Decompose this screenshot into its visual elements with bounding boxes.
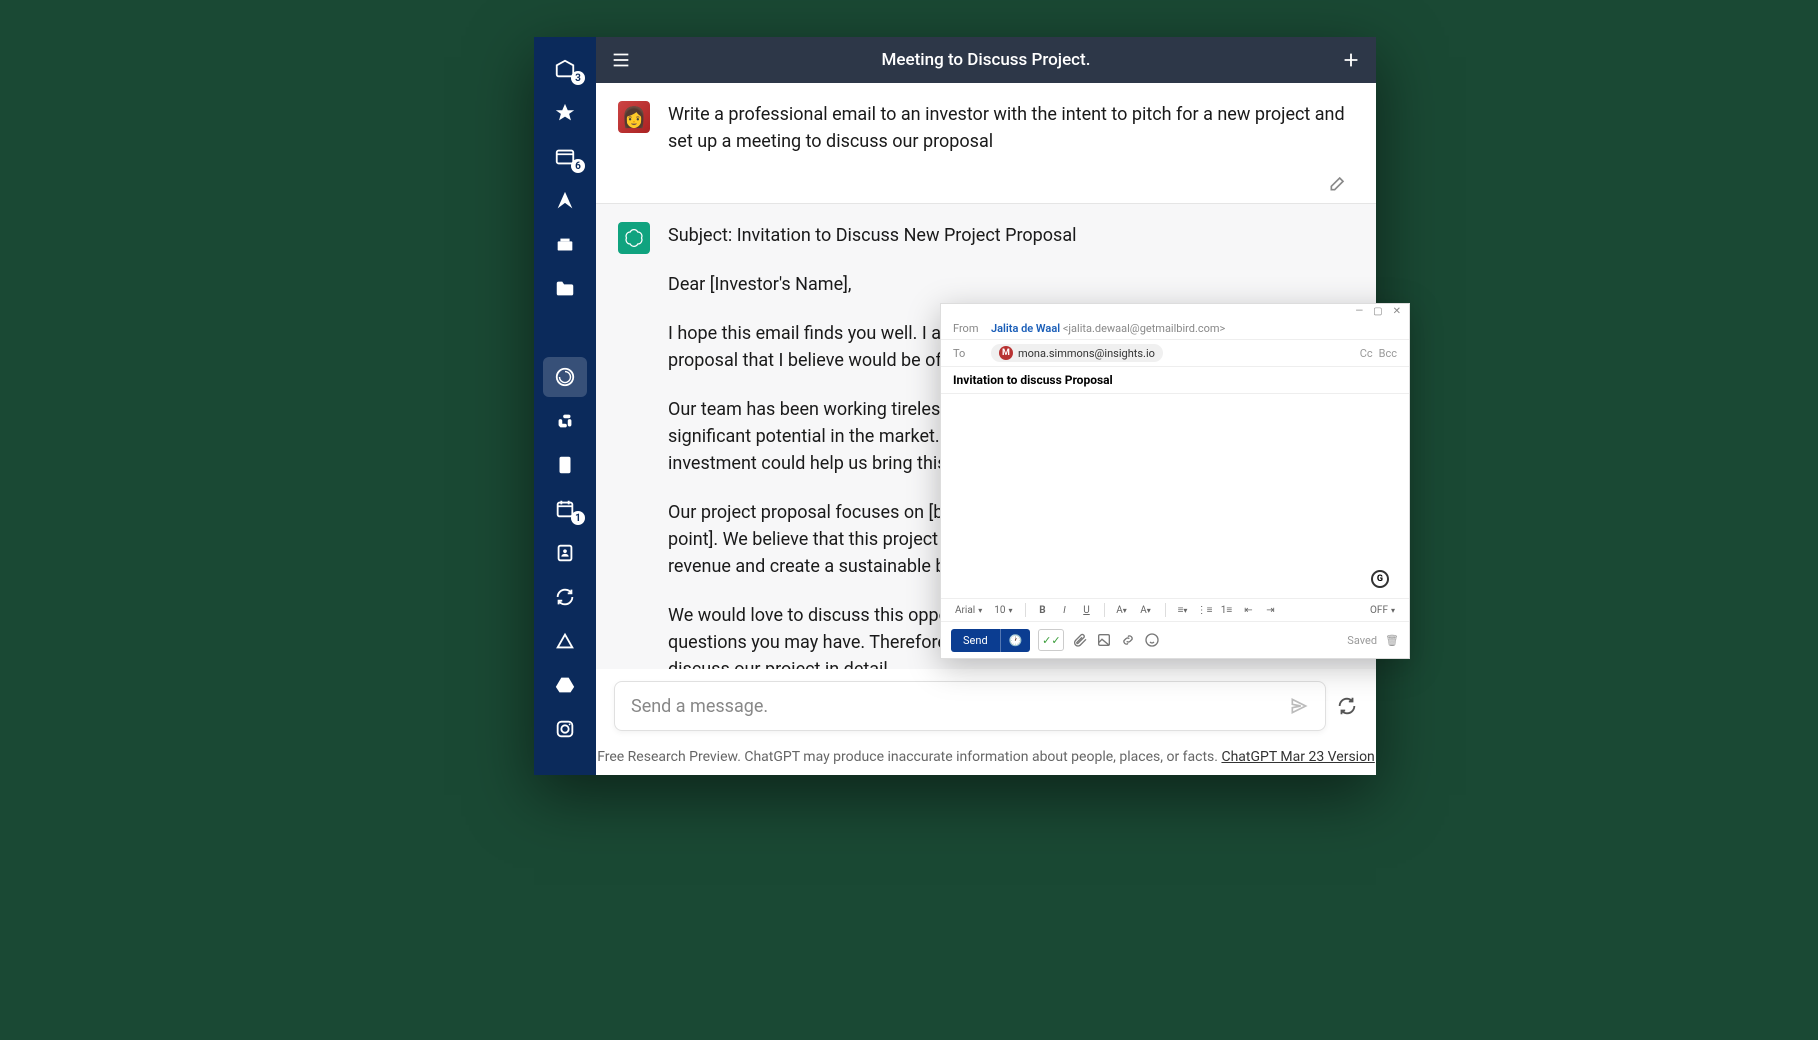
compose-titlebar: — ▢ ✕: [941, 304, 1409, 318]
from-label: From: [953, 322, 981, 335]
font-family-select[interactable]: Arial ▾: [951, 605, 986, 616]
format-toolbar: Arial ▾ 10 ▾ B I U A▾ A▾ ≡▾ ⋮≡ 1≡ ⇤ ⇥ OF…: [941, 598, 1409, 622]
emoji-icon[interactable]: [1144, 632, 1160, 648]
sidebar-item-sent[interactable]: [543, 181, 587, 221]
user-avatar: [618, 101, 650, 133]
link-icon[interactable]: [1120, 632, 1136, 648]
maximize-icon[interactable]: ▢: [1373, 306, 1382, 317]
sidebar-item-doc[interactable]: [543, 445, 587, 485]
close-icon[interactable]: ✕: [1393, 306, 1401, 317]
from-email: <jalita.dewaal@getmailbird.com>: [1063, 322, 1225, 335]
sidebar-item-archive[interactable]: 6: [543, 137, 587, 177]
cc-link[interactable]: Cc: [1360, 347, 1373, 360]
sidebar: 3 6 1: [534, 37, 596, 775]
tracking-select[interactable]: OFF ▾: [1366, 605, 1399, 616]
bullet-list-button[interactable]: ⋮≡: [1196, 601, 1214, 619]
topbar: Meeting to Discuss Project.: [596, 37, 1376, 83]
message-input[interactable]: Send a message.: [614, 681, 1326, 731]
chip-email: mona.simmons@insights.io: [1018, 347, 1155, 360]
message-actions: [596, 173, 1376, 203]
sidebar-item-triangle[interactable]: [543, 621, 587, 661]
footer-disclaimer: Free Research Preview. ChatGPT may produ…: [596, 743, 1376, 775]
footer-text: Free Research Preview. ChatGPT may produ…: [597, 749, 1221, 765]
italic-button[interactable]: I: [1056, 601, 1074, 619]
sidebar-item-star[interactable]: [543, 93, 587, 133]
bold-button[interactable]: B: [1034, 601, 1052, 619]
regenerate-icon[interactable]: [1336, 695, 1358, 717]
sidebar-item-contacts[interactable]: [543, 533, 587, 573]
plus-icon[interactable]: [1340, 49, 1362, 71]
outdent-button[interactable]: ⇤: [1240, 601, 1258, 619]
input-row: Send a message.: [596, 669, 1376, 743]
compose-body[interactable]: G: [941, 394, 1409, 598]
compose-window: — ▢ ✕ From Jalita de Waal <jalita.dewaal…: [940, 303, 1410, 659]
page-title: Meeting to Discuss Project.: [632, 50, 1340, 70]
send-icon[interactable]: [1289, 696, 1309, 716]
sidebar-item-inbox[interactable]: 3: [543, 49, 587, 89]
underline-button[interactable]: U: [1078, 601, 1096, 619]
subject-line: Subject: Invitation to Discuss New Proje…: [668, 222, 1354, 249]
cc-bcc: Cc Bcc: [1360, 347, 1397, 360]
sidebar-item-instagram[interactable]: [543, 709, 587, 749]
from-row: From Jalita de Waal <jalita.dewaal@getma…: [941, 318, 1409, 340]
attach-icon[interactable]: [1072, 632, 1088, 648]
from-name: Jalita de Waal: [991, 322, 1060, 335]
minimize-icon[interactable]: —: [1355, 306, 1363, 317]
indent-button[interactable]: ⇥: [1262, 601, 1280, 619]
user-message-text: Write a professional email to an investo…: [668, 101, 1354, 155]
sidebar-item-folder[interactable]: [543, 269, 587, 309]
greeting: Dear [Investor's Name],: [668, 271, 1354, 298]
sidebar-item-chatgpt[interactable]: [543, 357, 587, 397]
sidebar-item-drive[interactable]: [543, 665, 587, 705]
chatgpt-avatar-icon: [618, 222, 650, 254]
send-later-dropdown[interactable]: 🕐: [1000, 629, 1031, 652]
number-list-button[interactable]: 1≡: [1218, 601, 1236, 619]
image-icon[interactable]: [1096, 632, 1112, 648]
sidebar-item-calendar[interactable]: 1: [543, 489, 587, 529]
badge: 3: [571, 71, 585, 85]
user-message: Write a professional email to an investo…: [596, 83, 1376, 173]
text-color-button[interactable]: A▾: [1113, 601, 1131, 619]
sidebar-item-slack[interactable]: [543, 401, 587, 441]
hamburger-icon[interactable]: [610, 49, 632, 71]
align-button[interactable]: ≡▾: [1174, 601, 1192, 619]
track-button[interactable]: ✓✓: [1038, 629, 1064, 651]
edit-icon[interactable]: [1328, 173, 1348, 193]
saved-status: Saved: [1347, 634, 1377, 647]
badge: 6: [571, 159, 585, 173]
badge: 1: [571, 511, 585, 525]
sidebar-item-refresh[interactable]: [543, 577, 587, 617]
subject-input[interactable]: Invitation to discuss Proposal: [941, 367, 1409, 394]
to-label: To: [953, 347, 981, 360]
placeholder-text: Send a message.: [631, 696, 1289, 717]
send-button[interactable]: Send 🕐: [951, 629, 1030, 652]
font-size-select[interactable]: 10 ▾: [990, 605, 1016, 616]
compose-action-bar: Send 🕐 ✓✓ Saved 🗑: [941, 622, 1409, 658]
to-value[interactable]: M mona.simmons@insights.io: [991, 344, 1350, 362]
recipient-chip[interactable]: M mona.simmons@insights.io: [991, 344, 1163, 362]
sidebar-item-storage[interactable]: [543, 225, 587, 265]
trash-icon[interactable]: 🗑: [1385, 634, 1399, 647]
footer-version-link[interactable]: ChatGPT Mar 23 Version: [1221, 749, 1374, 765]
send-button-label: Send: [951, 629, 1000, 652]
to-row: To M mona.simmons@insights.io Cc Bcc: [941, 340, 1409, 367]
highlight-button[interactable]: A▾: [1135, 601, 1157, 619]
grammarly-icon[interactable]: G: [1371, 570, 1389, 588]
bcc-link[interactable]: Bcc: [1379, 347, 1397, 360]
from-value: Jalita de Waal <jalita.dewaal@getmailbir…: [991, 322, 1397, 335]
chip-avatar: M: [999, 346, 1013, 360]
